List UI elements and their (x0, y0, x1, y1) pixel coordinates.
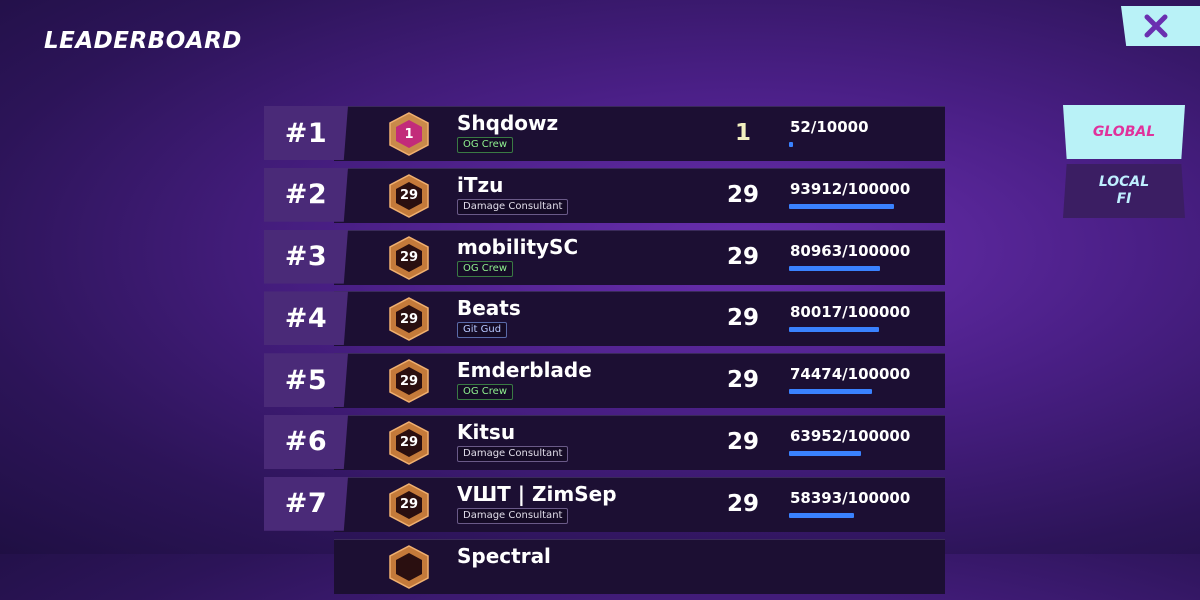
rank-badge-icon: 29 (386, 420, 432, 466)
crew-tag: OG Crew (457, 260, 514, 277)
badge-level: 29 (399, 373, 419, 389)
rank-label: #6 (264, 414, 348, 469)
rank-badge-icon: 29 (386, 296, 432, 342)
xp-progress-bar (789, 450, 901, 456)
player-level: 29 (726, 243, 759, 270)
tab-global-label: GLOBAL (1092, 123, 1156, 140)
xp-progress-bar (789, 203, 901, 209)
xp-progress-bar (789, 327, 901, 333)
close-button[interactable] (1121, 6, 1200, 46)
rank-label: #3 (264, 229, 348, 284)
player-name: Emderblade (457, 358, 592, 383)
close-x-icon (1144, 14, 1168, 38)
leaderboard-row[interactable]: #2 29 iTzu Damage Consultant 29 93912/10… (264, 167, 945, 223)
xp-progress-fill (789, 327, 879, 333)
badge-level (386, 544, 432, 590)
xp-progress-fill (789, 142, 793, 147)
xp-progress-bar (789, 512, 901, 518)
xp-text: 74474/100000 (790, 365, 911, 384)
player-level: 29 (726, 490, 759, 517)
badge-level: 29 (399, 250, 419, 266)
player-name: iTzu (457, 172, 504, 197)
xp-text: 80017/100000 (790, 303, 911, 322)
rank-label: #2 (264, 167, 348, 222)
xp-progress-bar (789, 142, 901, 147)
xp-text: 58393/100000 (790, 488, 911, 507)
leaderboard-row[interactable]: #5 29 Emderblade OG Crew 29 74474/100000 (264, 353, 945, 409)
leaderboard-row[interactable]: #4 29 Beats Git Gud 29 80017/100000 (264, 291, 945, 347)
xp-progress-fill (789, 265, 880, 271)
player-level: 29 (726, 181, 759, 208)
badge-level: 29 (399, 188, 419, 204)
rank-badge-icon (386, 544, 432, 590)
player-name: Spectral (457, 543, 551, 568)
player-name: VШT | ZimSep (457, 481, 617, 506)
leaderboard-row[interactable]: #1 1 Shqdowz OG Crew 1 52/10000 (264, 106, 945, 161)
xp-progress-fill (789, 450, 861, 456)
tab-global[interactable]: GLOBAL (1063, 105, 1185, 159)
crew-tag: Damage Consultant (457, 198, 569, 215)
xp-text: 80963/100000 (790, 241, 911, 260)
crew-tag: OG Crew (457, 137, 514, 153)
crew-tag: Damage Consultant (457, 507, 569, 524)
rank-label: #4 (264, 291, 348, 346)
player-name: Shqdowz (457, 111, 559, 135)
crew-tag: OG Crew (457, 384, 514, 401)
badge-level: 29 (399, 435, 419, 451)
player-name: Beats (457, 296, 521, 321)
leaderboard-row[interactable]: #6 29 Kitsu Damage Consultant 29 63952/1… (264, 414, 945, 470)
tab-local[interactable]: LOCAL FI (1063, 164, 1185, 218)
xp-progress-bar (789, 265, 901, 271)
xp-progress-fill (789, 389, 873, 395)
rank-badge-icon: 29 (386, 235, 432, 281)
xp-progress-fill (789, 512, 855, 518)
rank-label: #7 (264, 476, 348, 531)
xp-text: 52/10000 (790, 118, 869, 136)
crew-tag: Damage Consultant (457, 445, 569, 462)
crew-tag: Git Gud (457, 322, 508, 339)
player-name: Kitsu (457, 419, 516, 444)
xp-text: 93912/100000 (790, 179, 911, 198)
rank-badge-icon: 1 (386, 111, 432, 157)
xp-text: 63952/100000 (790, 426, 911, 445)
leaderboard-list: #1 1 Shqdowz OG Crew 1 52/10000 #2 29 iT… (264, 106, 945, 600)
xp-progress-fill (789, 203, 895, 209)
rank-badge-icon: 29 (386, 173, 432, 219)
leaderboard-row[interactable]: Spectral (264, 538, 945, 594)
rank-badge-icon: 29 (386, 482, 432, 528)
page-title: LEADERBOARD (44, 28, 242, 54)
badge-level: 29 (399, 311, 419, 327)
tab-local-label: LOCAL FI (1098, 174, 1150, 207)
player-level: 29 (726, 305, 759, 332)
player-name: mobilitySC (457, 234, 579, 259)
badge-level: 1 (404, 126, 414, 142)
xp-progress-bar (789, 389, 901, 395)
leaderboard-row[interactable]: #3 29 mobilitySC OG Crew 29 80963/100000 (264, 229, 945, 285)
leaderboard-row[interactable]: #7 29 VШT | ZimSep Damage Consultant 29 … (264, 476, 945, 532)
player-level: 29 (726, 428, 759, 455)
player-level: 1 (734, 120, 751, 146)
badge-level: 29 (399, 497, 419, 513)
rank-label: #1 (264, 106, 348, 160)
player-level: 29 (726, 367, 759, 394)
rank-badge-icon: 29 (386, 358, 432, 404)
rank-label: #5 (264, 353, 348, 408)
